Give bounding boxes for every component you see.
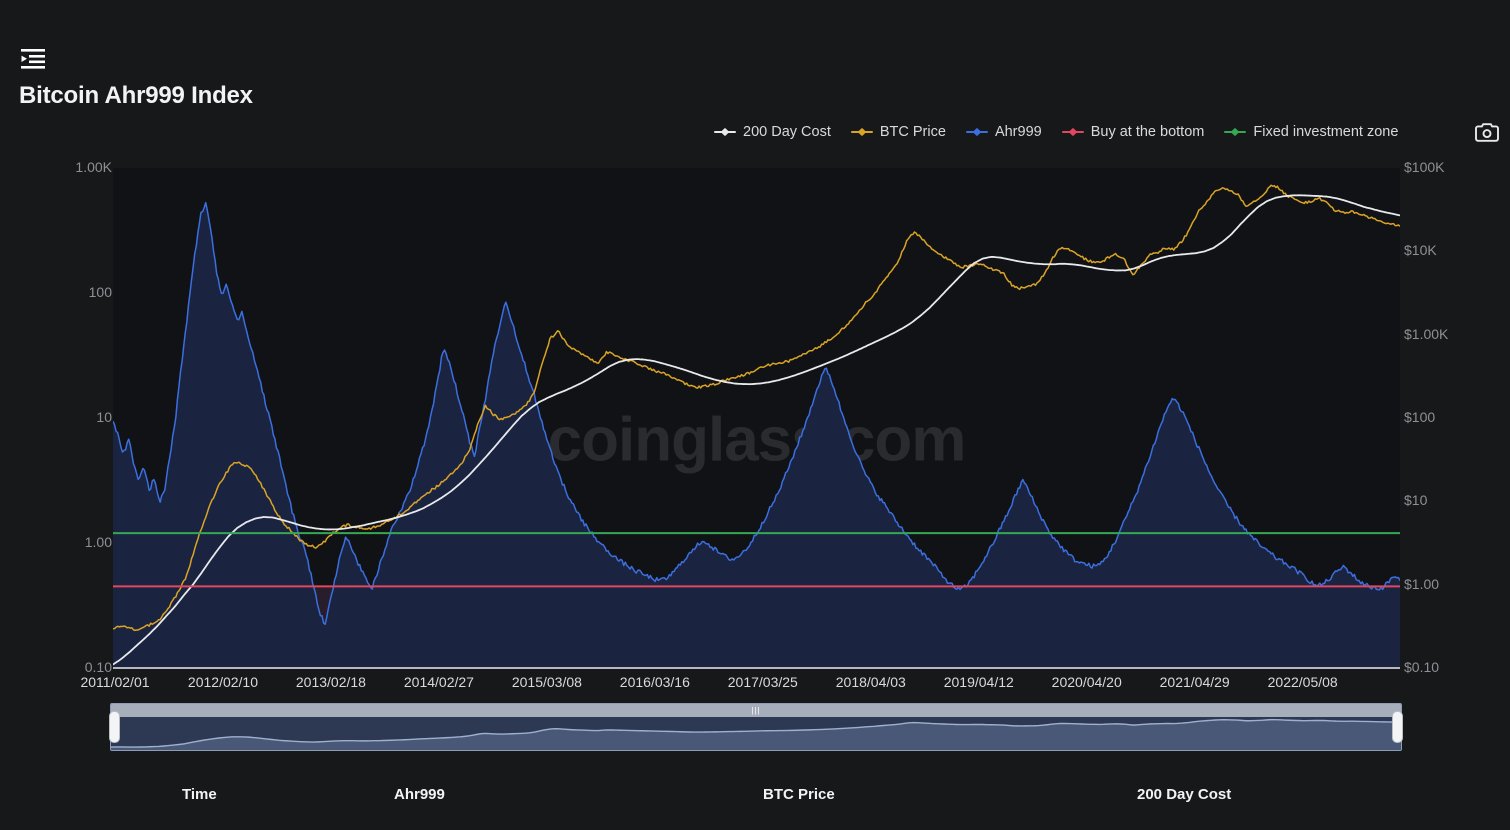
- legend-marker-icon: [1224, 127, 1246, 137]
- y-tick-right: $1.00K: [1404, 326, 1448, 342]
- x-tick-label: 2019/04/12: [944, 674, 1014, 690]
- y-tick-left: 100: [89, 284, 112, 300]
- chart-legend: 200 Day Cost BTC Price Ahr999 Buy at the bo…: [714, 121, 1398, 143]
- legend-label: Fixed investment zone: [1253, 124, 1398, 140]
- legend-item-fixed-investment-zone[interactable]: Fixed investment zone: [1224, 124, 1398, 140]
- x-axis-labels: 2011/02/012012/02/102013/02/182014/02/27…: [113, 674, 1400, 696]
- x-tick-label: 2014/02/27: [404, 674, 474, 690]
- y-tick-left: 10: [96, 409, 112, 425]
- y-tick-left: 0.10: [85, 659, 112, 675]
- x-tick-label: 2017/03/25: [728, 674, 798, 690]
- legend-marker-icon: [1062, 127, 1084, 137]
- chart-plot-area[interactable]: coinglass.com: [113, 168, 1400, 668]
- legend-item-ahr999[interactable]: Ahr999: [966, 124, 1042, 140]
- x-axis-line: [113, 667, 1400, 669]
- x-tick-label: 2012/02/10: [188, 674, 258, 690]
- legend-marker-icon: [966, 127, 988, 137]
- brush-handle-right[interactable]: [1392, 711, 1403, 743]
- legend-label: Ahr999: [995, 124, 1042, 140]
- legend-label: 200 Day Cost: [743, 124, 831, 140]
- collapse-sidebar-icon[interactable]: [18, 44, 48, 74]
- y-tick-left: 1.00K: [75, 159, 112, 175]
- x-tick-label: 2015/03/08: [512, 674, 582, 690]
- table-column-header[interactable]: 200 Day Cost: [1137, 786, 1231, 803]
- page-title: Bitcoin Ahr999 Index: [19, 82, 253, 110]
- y-tick-right: $10K: [1404, 242, 1437, 258]
- table-column-header[interactable]: Time: [182, 786, 217, 803]
- time-range-brush[interactable]: |||: [110, 703, 1402, 751]
- x-tick-label: 2022/05/08: [1268, 674, 1338, 690]
- y-tick-right: $0.10: [1404, 659, 1439, 675]
- legend-item-buy-at-the-bottom[interactable]: Buy at the bottom: [1062, 124, 1205, 140]
- camera-screenshot-icon[interactable]: [1474, 120, 1500, 144]
- brush-handle-left[interactable]: [109, 711, 120, 743]
- legend-item-200-day-cost[interactable]: 200 Day Cost: [714, 124, 831, 140]
- x-tick-label: 2011/02/01: [80, 674, 149, 690]
- brush-preview-svg: [111, 717, 1401, 751]
- x-tick-label: 2021/04/29: [1160, 674, 1230, 690]
- chart-series-svg: [113, 168, 1400, 668]
- y-tick-right: $100K: [1404, 159, 1444, 175]
- data-table-header: Time Ahr999 BTC Price 200 Day Cost: [0, 780, 1510, 808]
- x-tick-label: 2013/02/18: [296, 674, 366, 690]
- y-tick-right: $1.00: [1404, 576, 1439, 592]
- x-tick-label: 2016/03/16: [620, 674, 690, 690]
- brush-track[interactable]: |||: [110, 703, 1402, 751]
- table-column-header[interactable]: Ahr999: [394, 786, 445, 803]
- legend-label: Buy at the bottom: [1091, 124, 1205, 140]
- legend-item-btc-price[interactable]: BTC Price: [851, 124, 946, 140]
- chart-page: Bitcoin Ahr999 Index 200 Day Cost BTC Pri…: [0, 0, 1510, 830]
- brush-preview-area-fill: [111, 720, 1401, 751]
- legend-marker-icon: [851, 127, 873, 137]
- brush-grip-icon: |||: [752, 707, 761, 714]
- legend-marker-icon: [714, 127, 736, 137]
- brush-drag-bar[interactable]: |||: [111, 704, 1401, 717]
- table-column-header[interactable]: BTC Price: [763, 786, 835, 803]
- series-area-ahr999: [113, 203, 1400, 668]
- y-tick-right: $10: [1404, 492, 1427, 508]
- legend-label: BTC Price: [880, 124, 946, 140]
- x-tick-label: 2018/04/03: [836, 674, 906, 690]
- y-tick-left: 1.00: [85, 534, 112, 550]
- x-tick-label: 2020/04/20: [1052, 674, 1122, 690]
- y-tick-right: $100: [1404, 409, 1435, 425]
